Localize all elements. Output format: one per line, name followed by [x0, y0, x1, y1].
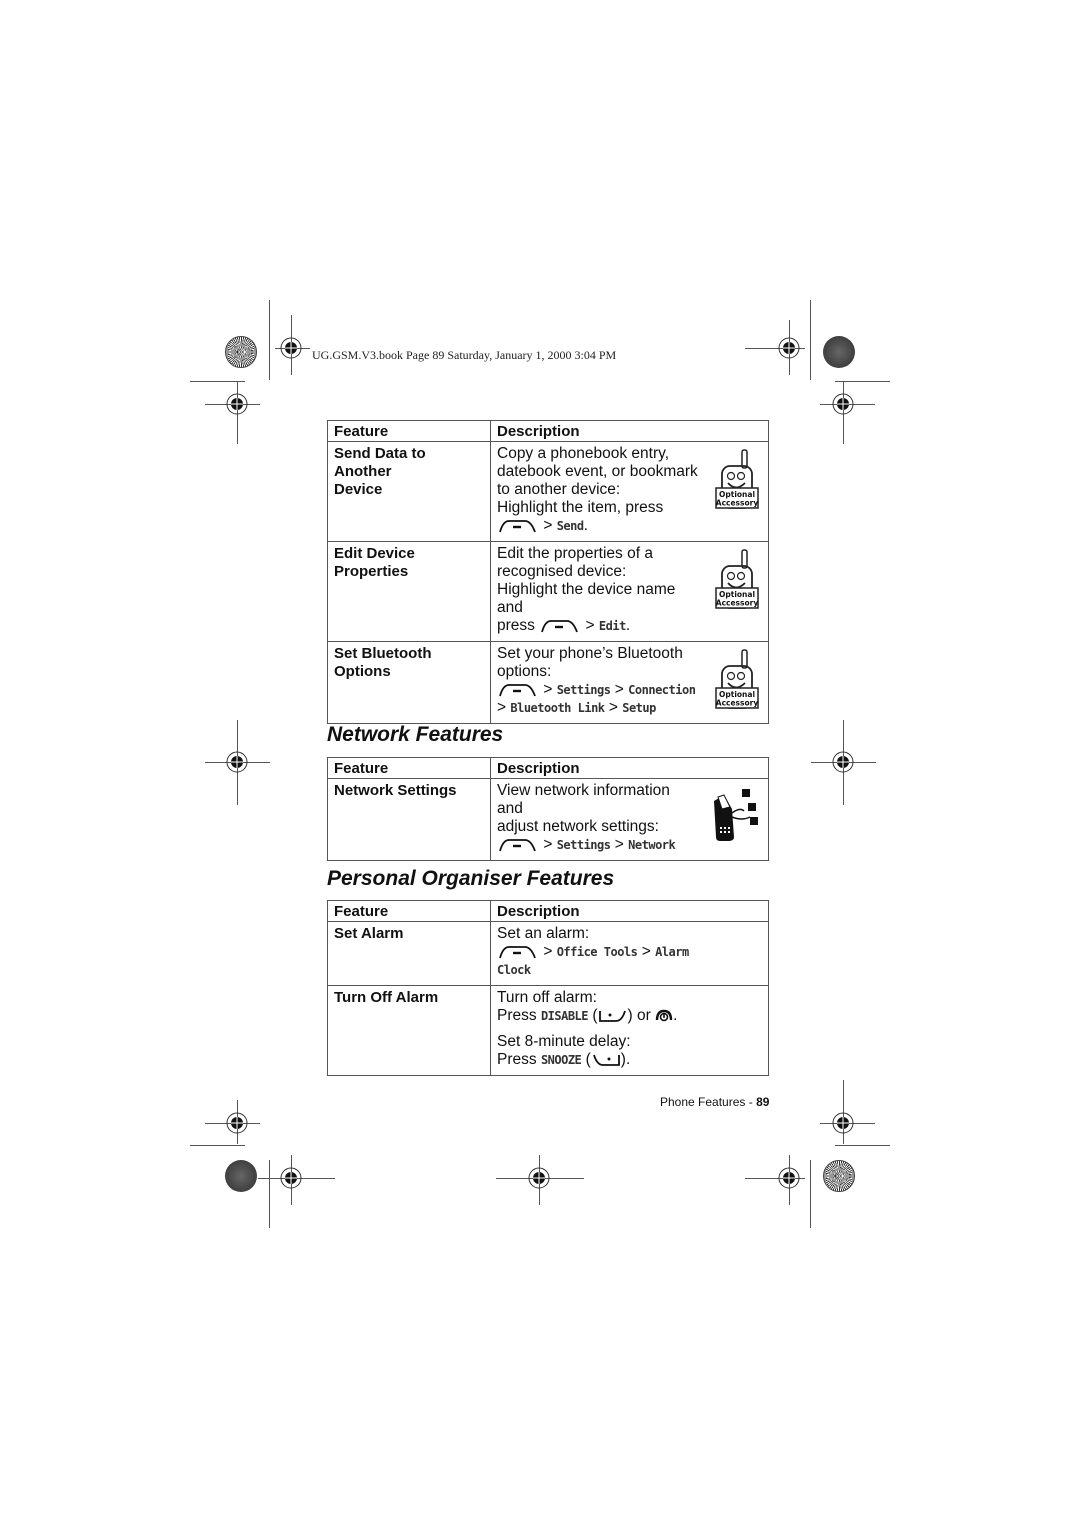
- menu-key-icon: [499, 839, 536, 852]
- power-end-key-icon: [655, 1009, 673, 1022]
- registration-mark-icon: [832, 751, 854, 773]
- print-slug: UG.GSM.V3.book Page 89 Saturday, January…: [312, 348, 617, 362]
- registration-mark-icon: [528, 1167, 550, 1189]
- table-header-row: Feature Description: [327, 757, 769, 779]
- menu-path: > Bluetooth Link > Setup: [497, 699, 656, 716]
- registration-mark-icon: [226, 393, 248, 415]
- left-softkey-icon: [592, 1054, 620, 1066]
- column-header-feature: Feature: [327, 900, 491, 922]
- menu-path: press > Edit.: [497, 617, 631, 634]
- registration-mark-icon: [280, 337, 302, 359]
- column-header-description: Description: [490, 757, 769, 779]
- table-row: Network Settings View network informatio…: [327, 778, 769, 861]
- gray-disc-target-icon: [225, 1160, 257, 1192]
- feature-description: Set your phone’s Bluetooth options: > Se…: [490, 641, 769, 724]
- registration-mark-icon: [778, 1167, 800, 1189]
- feature-name: Network Settings: [327, 778, 491, 861]
- footer-section: Phone Features -: [660, 1095, 757, 1109]
- column-header-description: Description: [490, 900, 769, 922]
- menu-key-icon: [541, 620, 579, 633]
- registration-mark-icon: [226, 1112, 248, 1134]
- page-footer: Phone Features - 89: [660, 1095, 769, 1109]
- connection-features-table: Feature Description Send Data to Another…: [327, 420, 769, 724]
- feature-name: Set Alarm: [327, 921, 491, 986]
- table-header-row: Feature Description: [327, 900, 769, 922]
- menu-key-icon: [499, 520, 536, 533]
- feature-name: Set Bluetooth Options: [327, 641, 491, 724]
- registration-mark-icon: [832, 393, 854, 415]
- optional-accessory-icon: Optional Accessory: [715, 549, 759, 609]
- menu-path: > Send.: [497, 517, 698, 535]
- snooze-softkey-label: SNOOZE: [540, 1053, 582, 1067]
- table-row: Edit Device Properties Edit the properti…: [327, 541, 769, 642]
- section-title-organiser: Personal Organiser Features: [327, 867, 615, 890]
- menu-path: > Office Tools > Alarm Clock: [497, 943, 689, 977]
- trim-line: [269, 300, 270, 380]
- starburst-target-icon: [225, 336, 257, 368]
- registration-mark-icon: [226, 751, 248, 773]
- right-softkey-icon: [598, 1010, 626, 1022]
- table-row: Turn Off Alarm Turn off alarm: Press DIS…: [327, 985, 769, 1076]
- column-header-feature: Feature: [327, 757, 491, 779]
- table-header-row: Feature Description: [327, 420, 769, 442]
- starburst-target-icon: [823, 1160, 855, 1192]
- feature-name: Send Data to Another Device: [327, 441, 491, 542]
- svg-text:Accessory: Accessory: [716, 499, 759, 508]
- network-phone-icon: [714, 789, 758, 841]
- trim-line: [810, 300, 811, 380]
- trim-line: [810, 1160, 811, 1228]
- menu-path: > Settings > Network: [497, 836, 698, 854]
- table-row: Send Data to Another Device Copy a phone…: [327, 441, 769, 542]
- feature-name: Edit Device Properties: [327, 541, 491, 642]
- svg-text:Accessory: Accessory: [716, 599, 759, 608]
- trim-line: [190, 1145, 245, 1146]
- feature-description: Copy a phonebook entry, datebook event, …: [490, 441, 769, 542]
- optional-accessory-icon: Optional Accessory: [715, 649, 759, 709]
- optional-accessory-icon: Optional Accessory: [715, 449, 759, 509]
- feature-description: View network information and adjust netw…: [490, 778, 769, 861]
- section-title-network: Network Features: [327, 723, 504, 746]
- menu-path: > Settings > Connection: [497, 681, 698, 699]
- network-features-table: Feature Description Network Settings Vie…: [327, 757, 769, 861]
- feature-description: Turn off alarm: Press DISABLE () or . Se…: [490, 985, 769, 1076]
- feature-name: Turn Off Alarm: [327, 985, 491, 1076]
- column-header-description: Description: [490, 420, 769, 442]
- svg-text:Accessory: Accessory: [716, 699, 759, 708]
- feature-description: Set an alarm: > Office Tools > Alarm Clo…: [490, 921, 769, 986]
- page-number: 89: [756, 1095, 770, 1109]
- table-row: Set Bluetooth Options Set your phone’s B…: [327, 641, 769, 724]
- registration-mark-icon: [832, 1112, 854, 1134]
- trim-line: [269, 1160, 270, 1228]
- organiser-features-table: Feature Description Set Alarm Set an ala…: [327, 900, 769, 1076]
- registration-mark-icon: [280, 1167, 302, 1189]
- table-row: Set Alarm Set an alarm: > Office Tools >…: [327, 921, 769, 986]
- trim-line: [835, 1145, 890, 1146]
- registration-mark-icon: [778, 337, 800, 359]
- column-header-feature: Feature: [327, 420, 491, 442]
- disable-softkey-label: DISABLE: [540, 1009, 589, 1023]
- menu-key-icon: [499, 684, 536, 697]
- gray-disc-target-icon: [823, 336, 855, 368]
- menu-key-icon: [499, 946, 536, 959]
- feature-description: Edit the properties of a recognised devi…: [490, 541, 769, 642]
